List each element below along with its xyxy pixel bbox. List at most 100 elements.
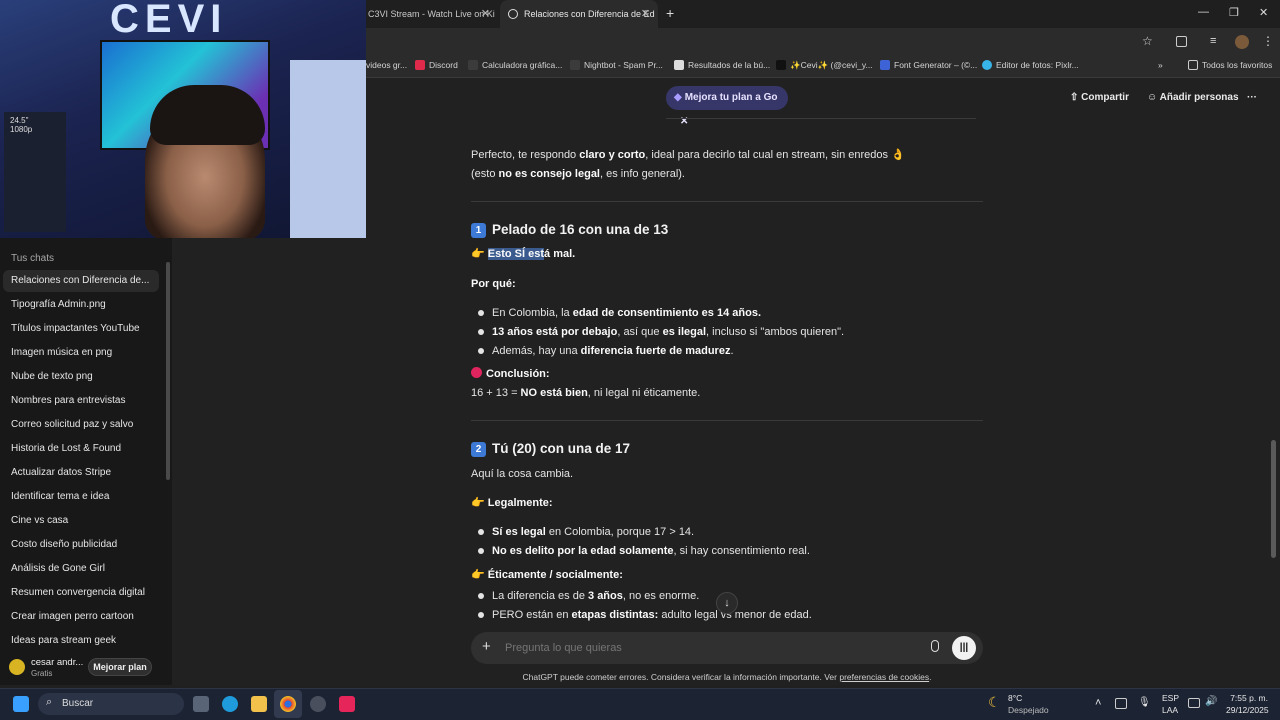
chat-item[interactable]: Títulos impactantes YouTube — [3, 318, 159, 340]
tab-chatgpt[interactable]: Relaciones con Diferencia de Ed ✕ — [500, 0, 658, 28]
restore-icon[interactable]: ❐ — [1229, 6, 1239, 19]
edge-icon[interactable] — [222, 696, 238, 712]
media-control-icon[interactable]: ≡ — [1210, 35, 1216, 47]
weather-desc[interactable]: Despejado — [1008, 705, 1049, 715]
bookmark-item[interactable]: Calculadora gráfica... — [468, 60, 562, 70]
browser-menu-icon[interactable]: ⋮ — [1262, 34, 1274, 48]
search-icon: ⌕ — [46, 696, 53, 708]
weather-temp[interactable]: 8°C — [1008, 693, 1022, 703]
sidebar-scrollbar[interactable] — [166, 262, 170, 480]
calculator-icon — [468, 60, 478, 70]
section-1-heading: 1 Pelado de 16 con una de 13 — [471, 222, 668, 238]
bookmark-item[interactable]: Editor de fotos: Pixlr... — [982, 60, 1079, 70]
chat-item[interactable]: Imagen música en png — [3, 342, 159, 364]
add-attachment-icon[interactable]: + — [482, 638, 491, 655]
all-bookmarks[interactable]: Todos los favoritos — [1188, 60, 1272, 70]
bookmark-star-icon[interactable]: ☆ — [1142, 34, 1153, 48]
chat-item[interactable]: Nombres para entrevistas — [3, 390, 159, 412]
taskbar-search[interactable]: ⌕ Buscar — [38, 693, 184, 715]
bookmark-item[interactable]: videos gr... — [366, 60, 407, 70]
bullet — [478, 548, 484, 554]
section-1-why: Por qué: — [471, 278, 516, 290]
bookmark-item[interactable]: Font Generator – (©... — [880, 60, 977, 70]
pointing-hand-icon: 👉 — [471, 248, 485, 260]
minimize-icon[interactable]: — — [1198, 6, 1209, 18]
more-options-icon[interactable]: ··· — [1247, 92, 1257, 103]
tiktok-icon — [776, 60, 786, 70]
bookmark-item[interactable]: Discord — [415, 60, 458, 70]
file-explorer-icon[interactable] — [251, 696, 267, 712]
list-item: La diferencia es de 3 años, no es enorme… — [492, 590, 700, 602]
chat-item[interactable]: Historia de Lost & Found — [3, 438, 159, 460]
main-scrollbar[interactable] — [1271, 440, 1276, 558]
chrome-icon[interactable] — [280, 696, 296, 712]
extensions-icon[interactable] — [1176, 36, 1187, 47]
pointing-hand-icon: 👉 — [471, 569, 485, 581]
clock-time[interactable]: 7:55 p. m. — [1228, 693, 1268, 703]
tray-app-icon[interactable] — [1115, 698, 1127, 709]
disclaimer: ChatGPT puede cometer errores. Considera… — [522, 672, 932, 682]
upgrade-plan-button[interactable]: Mejorar plan — [88, 658, 152, 676]
profile-avatar[interactable] — [1235, 35, 1249, 49]
windows-start-icon[interactable] — [13, 696, 29, 712]
network-icon[interactable] — [1188, 698, 1200, 708]
section-1-conclusion: 16 + 13 = NO está bien, ni legal ni étic… — [471, 387, 701, 399]
hair — [150, 85, 265, 145]
clock-date[interactable]: 29/12/2025 — [1226, 705, 1269, 715]
chat-item[interactable]: Actualizar datos Stripe — [3, 462, 159, 484]
chat-item[interactable]: Tipografía Admin.png — [3, 294, 159, 316]
list-item: Además, hay una diferencia fuerte de mad… — [492, 345, 734, 357]
chat-item[interactable]: Costo diseño publicidad — [3, 534, 159, 556]
chat-item[interactable]: Identificar tema e idea — [3, 486, 159, 508]
language-code[interactable]: ESP — [1162, 693, 1179, 703]
microphone-icon[interactable] — [931, 640, 939, 652]
chat-item[interactable]: Cine vs casa — [3, 510, 159, 532]
task-view-icon[interactable] — [193, 696, 209, 712]
share-button[interactable]: ⇧ Compartir — [1070, 92, 1129, 103]
chat-item[interactable]: Crear imagen perro cartoon — [3, 606, 159, 628]
top-divider — [666, 118, 976, 119]
section-1-verdict: 👉 Esto SÍ está mal. — [471, 248, 576, 260]
new-tab-button[interactable]: + — [666, 5, 674, 21]
prompt-input[interactable] — [505, 639, 905, 657]
cookie-preferences-link[interactable]: preferencias de cookies — [839, 672, 929, 682]
share-icon: ⇧ — [1070, 92, 1082, 103]
add-people-button[interactable]: ☺ Añadir personas — [1147, 92, 1239, 103]
close-window-icon[interactable]: ✕ — [1259, 6, 1268, 19]
bookmark-item[interactable]: Resultados de la bú... — [674, 60, 770, 70]
openai-logo-icon — [508, 9, 518, 19]
avatar — [9, 659, 25, 675]
bullet — [478, 529, 484, 535]
microphone-tray-icon[interactable]: 🎙 — [1138, 697, 1151, 708]
chat-item[interactable]: Ideas para stream geek — [3, 630, 159, 652]
background-wall — [290, 60, 366, 238]
obs-icon[interactable] — [310, 696, 326, 712]
bullet — [478, 348, 484, 354]
bookmark-item[interactable]: Nightbot - Spam Pr... — [570, 60, 663, 70]
tiktok-live-icon[interactable] — [339, 696, 355, 712]
keyboard-layout[interactable]: LAA — [1162, 705, 1178, 715]
tab-stream[interactable]: C3VI Stream - Watch Live on Ki ✕ — [360, 0, 498, 28]
neon-sign: CEVI — [110, 0, 228, 41]
chat-item[interactable]: Correo solicitud paz y salvo — [3, 414, 159, 436]
document-icon — [674, 60, 684, 70]
volume-icon[interactable]: 🔊 — [1205, 696, 1217, 707]
chat-item[interactable]: Nube de texto png — [3, 366, 159, 388]
upgrade-pill-button[interactable]: ◆ Mejora tu plan a Go ✕ — [666, 86, 788, 127]
show-hidden-icons-icon[interactable]: ˄ — [1095, 697, 1101, 709]
scroll-down-button[interactable]: ↓ — [716, 592, 738, 614]
bookmarks-overflow-icon[interactable]: » — [1158, 60, 1163, 70]
monitor-label: 24.5" 1080p — [10, 116, 33, 134]
chat-item[interactable]: Relaciones con Diferencia de... — [3, 270, 159, 292]
intro-line-1: Perfecto, te respondo claro y corto, ide… — [471, 149, 905, 161]
bullet — [478, 310, 484, 316]
voice-mode-button[interactable]: ||| — [952, 636, 976, 660]
close-tab-icon[interactable]: ✕ — [641, 0, 650, 28]
bullet — [478, 329, 484, 335]
chats-header: Tus chats — [11, 253, 54, 264]
chat-item[interactable]: Análisis de Gone Girl — [3, 558, 159, 580]
chat-item[interactable]: Resumen convergencia digital — [3, 582, 159, 604]
bookmark-item[interactable]: ✨Cevi✨ (@cevi_y... — [776, 60, 873, 71]
user-profile-bar[interactable]: cesar andr... Gratis Mejorar plan — [0, 653, 172, 685]
close-tab-icon[interactable]: ✕ — [481, 0, 490, 28]
